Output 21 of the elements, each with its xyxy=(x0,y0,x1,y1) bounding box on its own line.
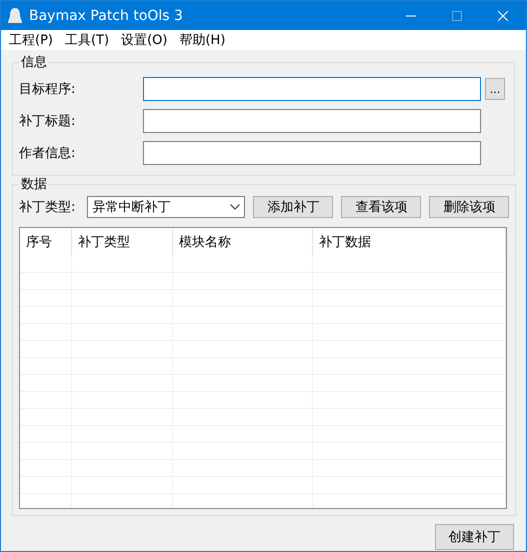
column-header[interactable]: 序号 xyxy=(20,228,72,256)
group-title: 信息 xyxy=(20,56,48,69)
type-dropdown[interactable]: 异常中断补丁 xyxy=(87,196,246,218)
field-label: 目标程序: xyxy=(19,81,76,98)
type-label: 补丁类型: xyxy=(19,199,76,216)
column-header[interactable]: 补丁类型 xyxy=(72,228,173,256)
group-title: 数据 xyxy=(20,178,48,191)
field-label: 补丁标题: xyxy=(19,113,76,130)
column-header[interactable]: 补丁数据 xyxy=(313,228,506,256)
create-patch-button[interactable]: 创建补丁 xyxy=(435,524,514,550)
column-header[interactable]: 模块名称 xyxy=(173,228,313,256)
action-button[interactable]: 删除该项 xyxy=(429,196,510,218)
menu-item[interactable]: 设置(O) xyxy=(115,31,174,49)
window-title: Baymax Patch toOls 3 xyxy=(29,8,184,24)
field-label: 作者信息: xyxy=(19,145,76,162)
menu-item[interactable]: 帮助(H) xyxy=(173,31,232,49)
menu-item[interactable]: 工程(P) xyxy=(3,31,59,49)
action-button[interactable]: 添加补丁 xyxy=(253,196,334,218)
action-button[interactable]: 查看该项 xyxy=(341,196,422,218)
menu-item[interactable]: 工具(T) xyxy=(58,31,116,49)
browse-button[interactable]: ... xyxy=(485,78,505,100)
